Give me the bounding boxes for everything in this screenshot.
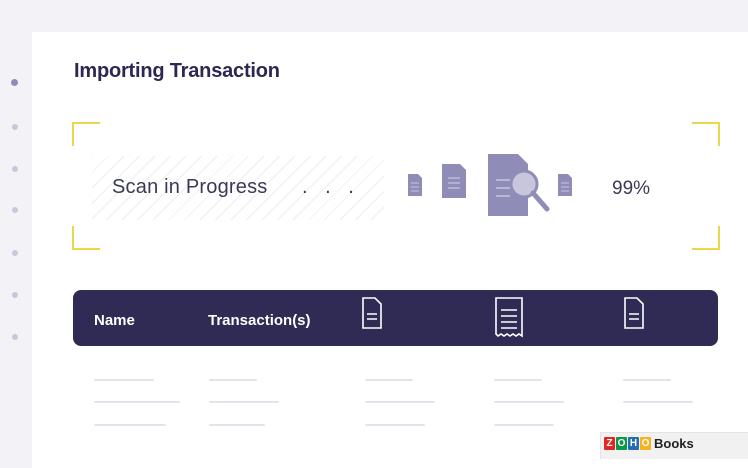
zoho-logo: Z O H O [604,437,651,450]
receipt-icon[interactable] [494,296,524,340]
rail-dot[interactable] [12,334,18,340]
skeleton-line [623,379,671,381]
skeleton-line [365,424,425,426]
skeleton-line [209,424,265,426]
document-icon [558,174,572,196]
scan-frame-corner [692,226,720,250]
scan-status-text: Scan in Progress [112,176,268,198]
skeleton-line [365,379,413,381]
zoho-letter: O [640,437,651,450]
zoho-letter: O [616,437,627,450]
skeleton-line [494,424,554,426]
product-name: Books [654,436,694,451]
skeleton-line [94,401,180,403]
scan-frame-corner [72,226,100,250]
page-title: Importing Transaction [74,60,280,82]
scan-ellipsis: . . . [302,176,360,198]
scanning-documents-illustration [408,154,572,216]
skeleton-line [623,401,693,403]
table-header [73,290,718,346]
document-icon [408,174,422,196]
skeleton-line [94,424,166,426]
skeleton-line [365,401,435,403]
skeleton-line [94,379,154,381]
skeleton-line [209,379,257,381]
skeleton-line [494,401,564,403]
rail-dot[interactable] [12,292,18,298]
skeleton-line [209,401,279,403]
column-header-transactions[interactable]: Transaction(s) [208,312,311,329]
skeleton-line [494,379,542,381]
document-icon[interactable] [623,296,645,330]
rail-dot[interactable] [12,166,18,172]
rail-dot[interactable] [12,207,18,213]
left-rail [0,32,32,468]
document-icon[interactable] [361,296,383,330]
scan-frame-corner [72,122,100,146]
zoho-letter: Z [604,437,615,450]
document-icon [442,164,466,198]
zoho-letter: H [628,437,639,450]
rail-dot[interactable] [12,250,18,256]
top-bar [0,0,748,32]
column-header-name[interactable]: Name [94,312,135,329]
scan-progress-percent: 99% [612,178,651,199]
rail-dot[interactable] [11,79,18,86]
rail-dot[interactable] [12,124,18,130]
scan-frame-corner [692,122,720,146]
